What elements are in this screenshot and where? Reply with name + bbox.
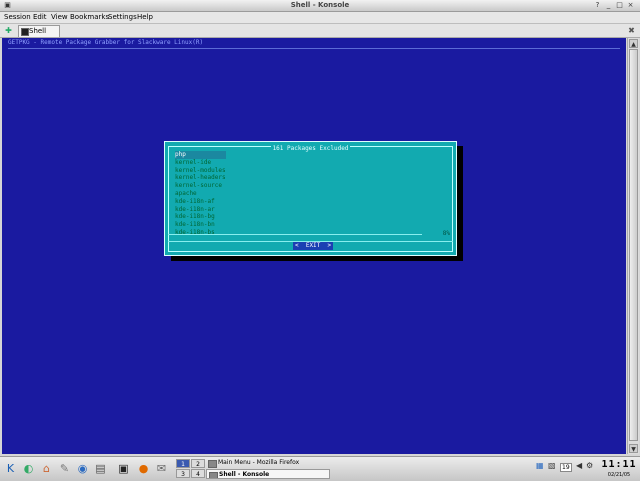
calendar-day[interactable]: 19 bbox=[560, 463, 572, 472]
pager-desktop-4[interactable]: 4 bbox=[191, 469, 205, 478]
close-button[interactable]: × bbox=[626, 1, 635, 10]
excluded-packages-dialog: 161 Packages Excluded php kernel-ide ker… bbox=[164, 141, 457, 256]
maximize-button[interactable]: □ bbox=[615, 1, 624, 10]
desktop-pager: 1 2 3 4 bbox=[176, 459, 206, 479]
list-item[interactable]: kde-i18n-af bbox=[175, 198, 226, 206]
konsole-task-icon bbox=[209, 472, 218, 478]
clock-time: 11:11 bbox=[601, 459, 637, 470]
firefox-icon[interactable]: ● bbox=[136, 461, 151, 476]
menu-bar: Session Edit View Bookmarks Settings Hel… bbox=[0, 12, 640, 24]
scroll-up-icon[interactable]: ▲ bbox=[629, 39, 638, 48]
window-title: Shell - Konsole bbox=[290, 1, 350, 9]
menu-settings[interactable]: Settings bbox=[108, 13, 137, 21]
taskbar: K ◐ ⌂ ✎ ◉ ▤ ▣ ● ✉ 1 2 3 4 Main Menu - Mo… bbox=[0, 456, 640, 481]
scroll-thumb[interactable] bbox=[629, 49, 638, 441]
close-tab-icon[interactable]: ✖ bbox=[626, 25, 637, 36]
menu-help[interactable]: Help bbox=[137, 13, 153, 21]
menu-bookmarks[interactable]: Bookmarks bbox=[70, 13, 109, 21]
kde-menu-icon[interactable]: K bbox=[3, 461, 18, 476]
terminal-divider bbox=[8, 48, 620, 49]
exit-button[interactable]: < EXIT > bbox=[293, 242, 334, 250]
home-icon[interactable]: ⌂ bbox=[39, 461, 54, 476]
clock[interactable]: 11:11 02/21/05 bbox=[600, 458, 638, 480]
dialog-frame: 161 Packages Excluded php kernel-ide ker… bbox=[168, 145, 453, 252]
list-item[interactable]: kernel-headers bbox=[175, 174, 226, 182]
speaker-icon[interactable]: ◀ bbox=[576, 461, 582, 470]
list-item[interactable]: kde-i18n-ar bbox=[175, 206, 226, 214]
menu-session[interactable]: Session bbox=[4, 13, 31, 21]
network-tray-icon[interactable]: ▦ bbox=[536, 461, 544, 470]
list-item[interactable]: kde-i18n-bg bbox=[175, 213, 226, 221]
list-item[interactable]: kernel-source bbox=[175, 182, 226, 190]
task-label: Shell - Konsole bbox=[219, 471, 270, 478]
tools-icon[interactable]: ✎ bbox=[57, 461, 72, 476]
system-tray: ▦ ▧ 19 ◀ ⚙ bbox=[536, 460, 596, 478]
list-item[interactable]: kde-i18n-bs bbox=[175, 229, 226, 237]
list-item[interactable]: kernel-ide bbox=[175, 159, 226, 167]
package-list[interactable]: php kernel-ide kernel-modules kernel-hea… bbox=[175, 151, 226, 237]
list-bottom-line bbox=[168, 234, 422, 235]
scroll-down-icon[interactable]: ▼ bbox=[629, 444, 638, 453]
pager-desktop-2[interactable]: 2 bbox=[191, 459, 205, 468]
terminal-scrollbar[interactable]: ▲ ▼ bbox=[627, 38, 639, 454]
clipboard-icon[interactable]: ▧ bbox=[548, 461, 556, 470]
list-item[interactable]: kernel-modules bbox=[175, 167, 226, 175]
firefox-task-icon bbox=[208, 460, 217, 468]
menu-edit[interactable]: Edit bbox=[33, 13, 47, 21]
email-icon[interactable]: ✉ bbox=[154, 461, 169, 476]
clock-date: 02/21/05 bbox=[607, 472, 631, 478]
pager-desktop-1[interactable]: 1 bbox=[176, 459, 190, 468]
task-konsole[interactable]: Shell - Konsole bbox=[206, 469, 330, 479]
menu-view[interactable]: View bbox=[51, 13, 68, 21]
network-icon[interactable]: ◐ bbox=[21, 461, 36, 476]
scroll-percent: 8% bbox=[442, 230, 450, 237]
new-tab-icon[interactable]: ✚ bbox=[3, 25, 14, 36]
terminal-header: GETPKG - Remote Package Grabber for Slac… bbox=[8, 39, 204, 46]
minimize-button[interactable]: _ bbox=[604, 1, 613, 10]
list-item[interactable]: kde-i18n-bn bbox=[175, 221, 226, 229]
help-icon[interactable]: ◉ bbox=[75, 461, 90, 476]
window-titlebar[interactable]: ▣ Shell - Konsole ? _ □ × bbox=[0, 0, 640, 12]
task-label: Main Menu - Mozilla Firefox bbox=[218, 459, 300, 466]
terminal-icon[interactable]: ▣ bbox=[116, 461, 131, 476]
dialog-title: 161 Packages Excluded bbox=[270, 145, 351, 152]
help-button[interactable]: ? bbox=[593, 1, 602, 10]
tab-label: Shell bbox=[29, 27, 47, 35]
list-item[interactable]: php bbox=[175, 151, 226, 159]
print-icon[interactable]: ▤ bbox=[93, 461, 108, 476]
tab-shell[interactable]: Shell bbox=[18, 25, 60, 37]
tab-bar: ✚ Shell ✖ bbox=[0, 24, 640, 38]
list-item[interactable]: apache bbox=[175, 190, 226, 198]
terminal-icon bbox=[21, 28, 29, 36]
task-firefox[interactable]: Main Menu - Mozilla Firefox bbox=[206, 458, 330, 468]
settings-icon[interactable]: ⚙ bbox=[586, 461, 593, 470]
pager-desktop-3[interactable]: 3 bbox=[176, 469, 190, 478]
